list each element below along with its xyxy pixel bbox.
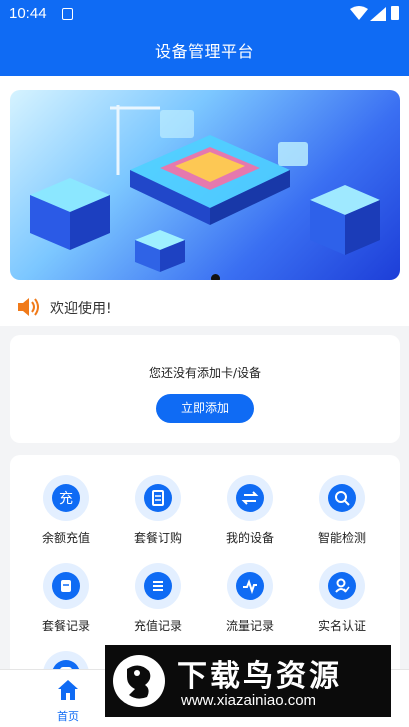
feature-recharge[interactable]: 充 余额充值	[20, 455, 112, 545]
traffic-icon	[227, 563, 273, 609]
feature-package-record[interactable]: 套餐记录	[20, 543, 112, 633]
feature-recharge-record[interactable]: 充值记录	[112, 543, 204, 633]
signal-icon	[370, 7, 386, 21]
wifi-icon	[350, 6, 368, 20]
banner-illustration	[30, 105, 380, 272]
page-title: 设备管理平台	[154, 42, 254, 61]
watermark-url: www.xiazainiao.com	[181, 692, 317, 709]
nav-home-label: 首页	[57, 710, 79, 723]
verify-icon	[319, 563, 365, 609]
watermark-logo	[113, 655, 165, 707]
svg-text:充: 充	[59, 491, 73, 507]
nav-home[interactable]: 首页	[28, 670, 108, 727]
feature-real-name[interactable]: 实名认证	[296, 543, 388, 633]
notice-text: 欢迎使用!	[50, 301, 112, 317]
feature-my-device[interactable]: 我的设备	[204, 455, 296, 545]
feature-label: 实名认证	[317, 619, 366, 633]
empty-device-card: 您还没有添加卡/设备 立即添加	[10, 335, 400, 443]
speaker-icon	[18, 298, 39, 316]
feature-traffic-record[interactable]: 流量记录	[204, 543, 296, 633]
watermark: 下载鸟资源 www.xiazainiao.com	[105, 645, 391, 717]
watermark-title: 下载鸟资源	[177, 659, 342, 694]
carousel-indicator[interactable]	[211, 274, 220, 280]
bird-icon	[127, 665, 151, 699]
package-record-icon	[43, 563, 89, 609]
package-order-icon	[135, 475, 181, 521]
empty-device-message: 您还没有添加卡/设备	[148, 366, 262, 380]
banner-carousel[interactable]	[10, 90, 400, 280]
feature-label: 流量记录	[225, 619, 274, 633]
status-time: 10:44	[9, 5, 47, 22]
feature-label: 充值记录	[133, 619, 182, 633]
feature-smart-detect[interactable]: 智能检测	[296, 455, 388, 545]
device-switch-icon	[227, 475, 273, 521]
battery-icon	[391, 6, 399, 20]
list-icon	[135, 563, 181, 609]
feature-package-order[interactable]: 套餐订购	[112, 455, 204, 545]
status-bar: 10:44	[0, 0, 409, 28]
home-icon	[58, 680, 78, 700]
recharge-icon: 充	[43, 475, 89, 521]
add-device-button[interactable]: 立即添加	[156, 394, 254, 423]
sim-icon	[62, 8, 73, 20]
search-icon	[319, 475, 365, 521]
app-header: 10:44 设备管理平台	[0, 0, 409, 76]
banner-section: 欢迎使用!	[0, 76, 409, 326]
